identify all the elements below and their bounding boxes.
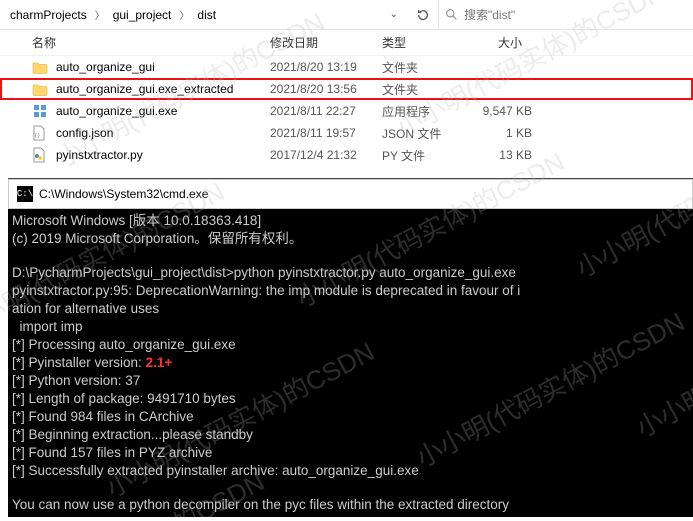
- folder-icon: [32, 81, 50, 97]
- file-name: pyinstxtractor.py: [56, 148, 270, 162]
- file-type: PY 文件: [382, 147, 462, 164]
- file-row[interactable]: { } config.json2021/8/11 19:57JSON 文件1 KB: [0, 122, 693, 144]
- json-icon: { }: [32, 125, 50, 141]
- search-input[interactable]: 搜索"dist": [438, 0, 693, 29]
- file-row[interactable]: auto_organize_gui2021/8/20 13:19文件夹: [0, 56, 693, 78]
- cmd-titlebar[interactable]: C:\ C:\Windows\System32\cmd.exe: [8, 179, 693, 209]
- cmd-window: C:\ C:\Windows\System32\cmd.exe Microsof…: [8, 178, 693, 517]
- breadcrumb-item[interactable]: gui_project: [107, 4, 178, 26]
- file-name: auto_organize_gui.exe_extracted: [56, 82, 270, 96]
- file-date: 2021/8/11 22:27: [270, 104, 382, 118]
- breadcrumb: charmProjects 〉 gui_project 〉 dist: [0, 4, 222, 26]
- file-date: 2021/8/20 13:19: [270, 60, 382, 74]
- file-row[interactable]: auto_organize_gui.exe_extracted2021/8/20…: [0, 78, 693, 100]
- file-date: 2017/12/4 21:32: [270, 148, 382, 162]
- file-type: 文件夹: [382, 59, 462, 76]
- column-date[interactable]: 修改日期: [270, 34, 382, 51]
- search-placeholder: 搜索"dist": [464, 6, 515, 23]
- breadcrumb-item[interactable]: dist: [191, 4, 222, 26]
- cmd-title-text: C:\Windows\System32\cmd.exe: [39, 187, 208, 201]
- column-headers: 名称 修改日期 类型 大小: [0, 30, 693, 56]
- breadcrumb-item[interactable]: charmProjects: [4, 4, 93, 26]
- refresh-icon[interactable]: [408, 8, 438, 22]
- exe-icon: [32, 103, 50, 119]
- folder-icon: [32, 59, 50, 75]
- cmd-output[interactable]: Microsoft Windows [版本 10.0.18363.418] (c…: [8, 209, 693, 521]
- cmd-icon: C:\: [17, 186, 33, 202]
- address-bar: charmProjects 〉 gui_project 〉 dist ⌄ 搜索"…: [0, 0, 693, 30]
- column-size[interactable]: 大小: [462, 34, 522, 51]
- column-type[interactable]: 类型: [382, 34, 462, 51]
- file-size: 1 KB: [462, 126, 532, 140]
- file-type: 应用程序: [382, 103, 462, 120]
- file-row[interactable]: pyinstxtractor.py2017/12/4 21:32PY 文件13 …: [0, 144, 693, 166]
- search-icon: [445, 8, 458, 21]
- file-row[interactable]: auto_organize_gui.exe2021/8/11 22:27应用程序…: [0, 100, 693, 122]
- file-name: auto_organize_gui: [56, 60, 270, 74]
- file-size: 9,547 KB: [462, 104, 532, 118]
- file-list: auto_organize_gui2021/8/20 13:19文件夹auto_…: [0, 56, 693, 166]
- file-type: JSON 文件: [382, 125, 462, 142]
- file-type: 文件夹: [382, 81, 462, 98]
- chevron-right-icon: 〉: [93, 7, 107, 22]
- svg-text:{ }: { }: [35, 133, 40, 139]
- file-date: 2021/8/11 19:57: [270, 126, 382, 140]
- file-name: config.json: [56, 126, 270, 140]
- file-date: 2021/8/20 13:56: [270, 82, 382, 96]
- chevron-right-icon: 〉: [177, 7, 191, 22]
- column-name[interactable]: 名称: [32, 34, 270, 51]
- py-icon: [32, 147, 50, 163]
- address-dropdown-icon[interactable]: ⌄: [380, 9, 408, 20]
- file-size: 13 KB: [462, 148, 532, 162]
- file-name: auto_organize_gui.exe: [56, 104, 270, 118]
